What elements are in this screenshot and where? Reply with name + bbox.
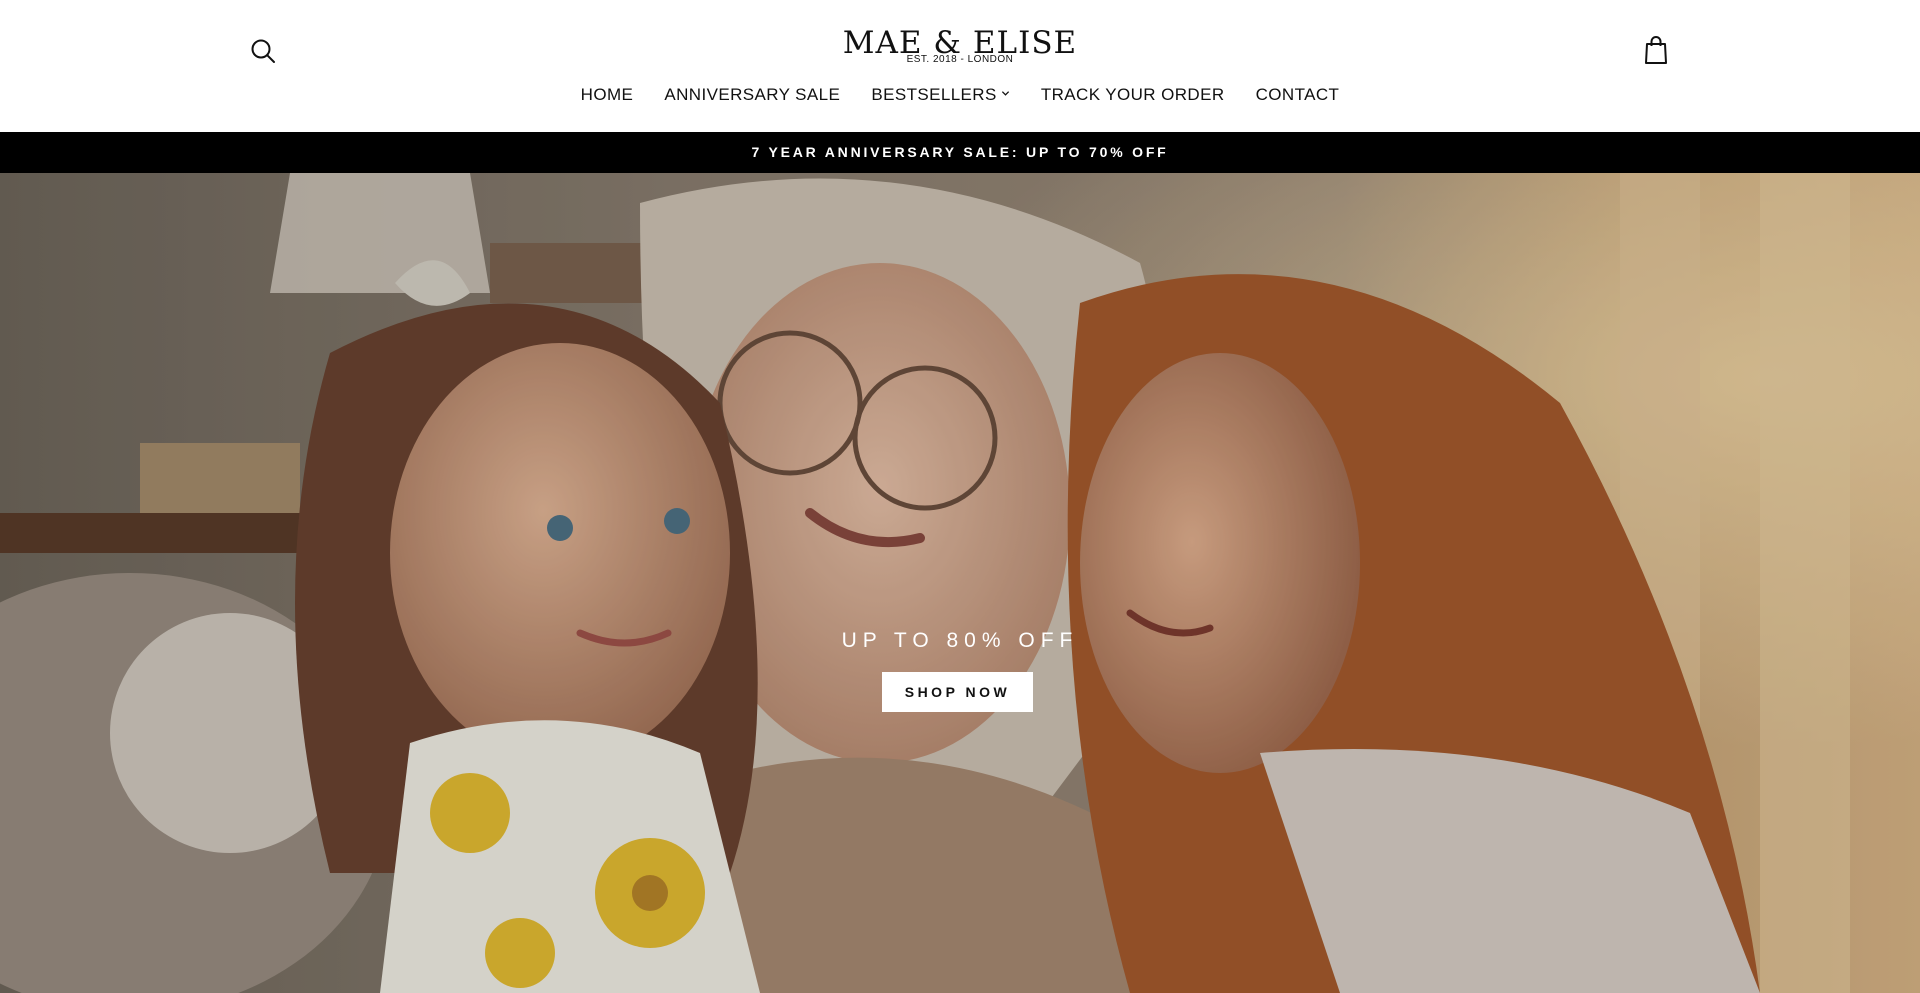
nav-item-contact[interactable]: CONTACT — [1256, 85, 1340, 105]
hero-heading: UP TO 80% OFF — [841, 629, 1079, 652]
hero-overlay — [0, 173, 1920, 993]
shop-now-button[interactable]: SHOP NOW — [882, 672, 1033, 712]
shopping-bag-icon — [1645, 36, 1667, 64]
site-logo[interactable]: MAE & ELISE EST. 2018 - LONDON — [760, 26, 1160, 65]
search-button[interactable] — [248, 36, 278, 66]
search-icon — [251, 39, 275, 63]
hero-banner: UP TO 80% OFF SHOP NOW — [0, 173, 1920, 993]
cart-button[interactable] — [1641, 34, 1671, 66]
announcement-bar[interactable]: 7 YEAR ANNIVERSARY SALE: UP TO 70% OFF — [0, 132, 1920, 173]
nav-item-bestsellers[interactable]: BESTSELLERS — [871, 85, 1009, 105]
nav-item-bestsellers-label: BESTSELLERS — [871, 84, 997, 104]
main-nav: HOME ANNIVERSARY SALE BESTSELLERS TRACK … — [0, 84, 1920, 105]
chevron-down-icon — [1001, 90, 1009, 96]
nav-item-track-order[interactable]: TRACK YOUR ORDER — [1041, 85, 1225, 105]
logo-tagline: EST. 2018 - LONDON — [906, 54, 1014, 65]
nav-item-home[interactable]: HOME — [581, 85, 634, 105]
nav-item-anniversary-sale[interactable]: ANNIVERSARY SALE — [664, 85, 840, 105]
announcement-text: 7 YEAR ANNIVERSARY SALE: UP TO 70% OFF — [751, 144, 1169, 160]
site-header: MAE & ELISE EST. 2018 - LONDON HOME ANNI… — [0, 0, 1920, 132]
